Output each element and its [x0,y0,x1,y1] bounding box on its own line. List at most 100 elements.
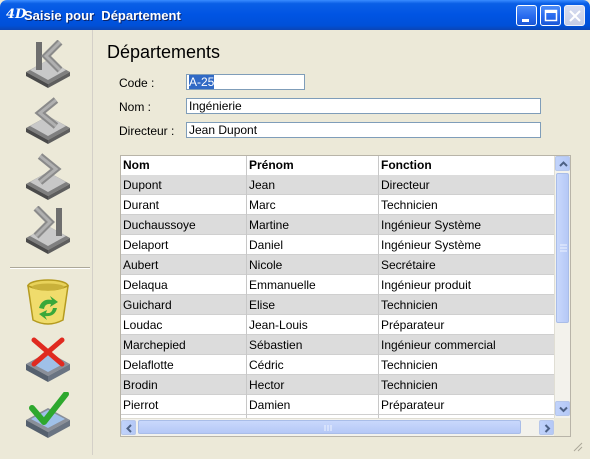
form-panel: Départements Code : A-25 Nom : Ingénieri… [94,30,586,455]
close-button[interactable] [564,5,585,26]
cell-prenom: Daniel [249,238,284,252]
table-row[interactable]: Marchepied Sébastien Ingénieur commercial [121,335,555,355]
title-bar[interactable]: 4D Saisie pour Département [0,0,590,30]
cell-prenom: Damien [249,398,291,412]
table-row[interactable]: Aubert Nicole Secrétaire [121,255,555,275]
cell-fonction: Ingénieur produit [381,278,472,292]
minimize-button[interactable] [516,5,537,26]
column-divider [246,156,247,418]
table-row[interactable]: Duchaussoye Martine Ingénieur Système [121,215,555,235]
cell-fonction: Secrétaire [381,258,436,272]
column-header-fonction[interactable]: Fonction [381,158,432,172]
previous-record-button[interactable] [22,96,74,146]
cell-fonction: Préparateur [381,398,445,412]
cell-nom: Brodin [123,378,158,392]
table-row[interactable]: Brodin Hector Technicien [121,375,555,395]
cell-prenom: Sébastien [249,338,303,352]
table-row[interactable]: Delaflotte Cédric Technicien [121,355,555,375]
cell-nom: Guichard [123,298,172,312]
horizontal-scrollbar[interactable] [121,418,555,436]
column-divider [378,156,379,418]
scrollbar-corner [554,418,570,436]
code-label: Code : [119,76,155,90]
chevron-down-icon [559,406,568,413]
vertical-scrollbar[interactable] [554,156,570,418]
cell-nom: Delaport [123,238,169,252]
table-row[interactable]: Loudac Jean-Louis Préparateur [121,315,555,335]
cell-prenom: Martine [249,218,290,232]
scroll-left-button[interactable] [121,420,136,435]
chevron-up-icon [559,161,568,167]
cell-nom: Dupont [123,178,162,192]
table-row[interactable]: Pierrot Damien Préparateur [121,395,555,415]
code-field[interactable]: A-25 [186,74,305,90]
last-record-button[interactable] [22,206,74,256]
table-row[interactable]: Durant Marc Technicien [121,195,555,215]
chevron-right-icon [544,424,551,433]
employee-table[interactable]: Nom Prénom Fonction Dupont Jean Directeur D… [120,155,571,437]
cell-fonction: Ingénieur commercial [381,338,496,352]
validate-icon [26,392,70,438]
code-value: A-25 [189,75,215,89]
app-logo: 4D [6,7,27,22]
cell-nom: Duchaussoye [123,218,196,232]
cell-fonction: Technicien [381,358,438,372]
grip-icon [560,244,567,252]
nom-label: Nom : [119,100,152,114]
table-row[interactable]: Delaqua Emmanuelle Ingénieur produit [121,275,555,295]
cell-nom: Delaqua [123,278,168,292]
maximize-icon [544,9,558,22]
cell-fonction: Technicien [381,298,438,312]
validate-button[interactable] [22,392,74,442]
scroll-up-button[interactable] [555,156,570,171]
table-row[interactable]: Dupont Jean Directeur [121,175,555,195]
directeur-label: Directeur : [119,124,175,138]
resize-grip-icon[interactable] [572,441,584,453]
window-title: Saisie pour Département [24,8,181,23]
table-row[interactable]: Delaport Daniel Ingénieur Système [121,235,555,255]
previous-record-icon [26,97,70,144]
cell-fonction: Ingénieur Système [381,218,482,232]
first-record-icon [26,40,70,88]
table-header: Nom Prénom Fonction [121,156,555,175]
recycle-bin-icon [27,279,69,325]
directeur-field[interactable]: Jean Dupont [186,122,541,138]
first-record-button[interactable] [22,40,74,90]
table-body: Dupont Jean Directeur Durant Marc Technicien D… [121,175,555,418]
next-record-button[interactable] [22,152,74,202]
scroll-down-button[interactable] [555,401,570,416]
nom-field[interactable]: Ingénierie [186,98,541,114]
cell-prenom: Cédric [249,358,284,372]
cell-prenom: Jean [249,178,276,192]
cancel-button[interactable] [22,336,74,386]
cell-prenom: Nicole [249,258,283,272]
cell-fonction: Ingénieur Système [381,238,482,252]
close-icon [569,10,581,22]
cell-prenom: Emmanuelle [249,278,316,292]
page-title: Départements [107,42,221,62]
column-header-nom[interactable]: Nom [123,158,150,172]
toolbar-separator [10,267,90,269]
cell-prenom: Elise [249,298,276,312]
cell-fonction: Directeur [381,178,430,192]
chevron-left-icon [126,424,132,433]
maximize-button[interactable] [540,5,561,26]
table-row[interactable]: Guichard Elise Technicien [121,295,555,315]
delete-record-button[interactable] [22,278,74,328]
column-header-prenom[interactable]: Prénom [249,158,294,172]
cell-prenom: Jean-Louis [249,318,308,332]
next-record-icon [26,153,70,200]
cell-nom: Aubert [123,258,159,272]
cancel-icon [26,337,70,382]
cell-nom: Pierrot [123,398,159,412]
grip-icon [324,425,332,431]
cell-nom: Marchepied [123,338,186,352]
window: 4D Saisie pour Département Départements … [0,0,590,459]
scroll-right-button[interactable] [539,420,554,435]
cell-nom: Loudac [123,318,163,332]
cell-fonction: Technicien [381,198,438,212]
cell-nom: Durant [123,198,160,212]
vertical-scroll-thumb[interactable] [556,173,569,323]
horizontal-scroll-thumb[interactable] [138,420,521,434]
minimize-icon [522,19,529,22]
